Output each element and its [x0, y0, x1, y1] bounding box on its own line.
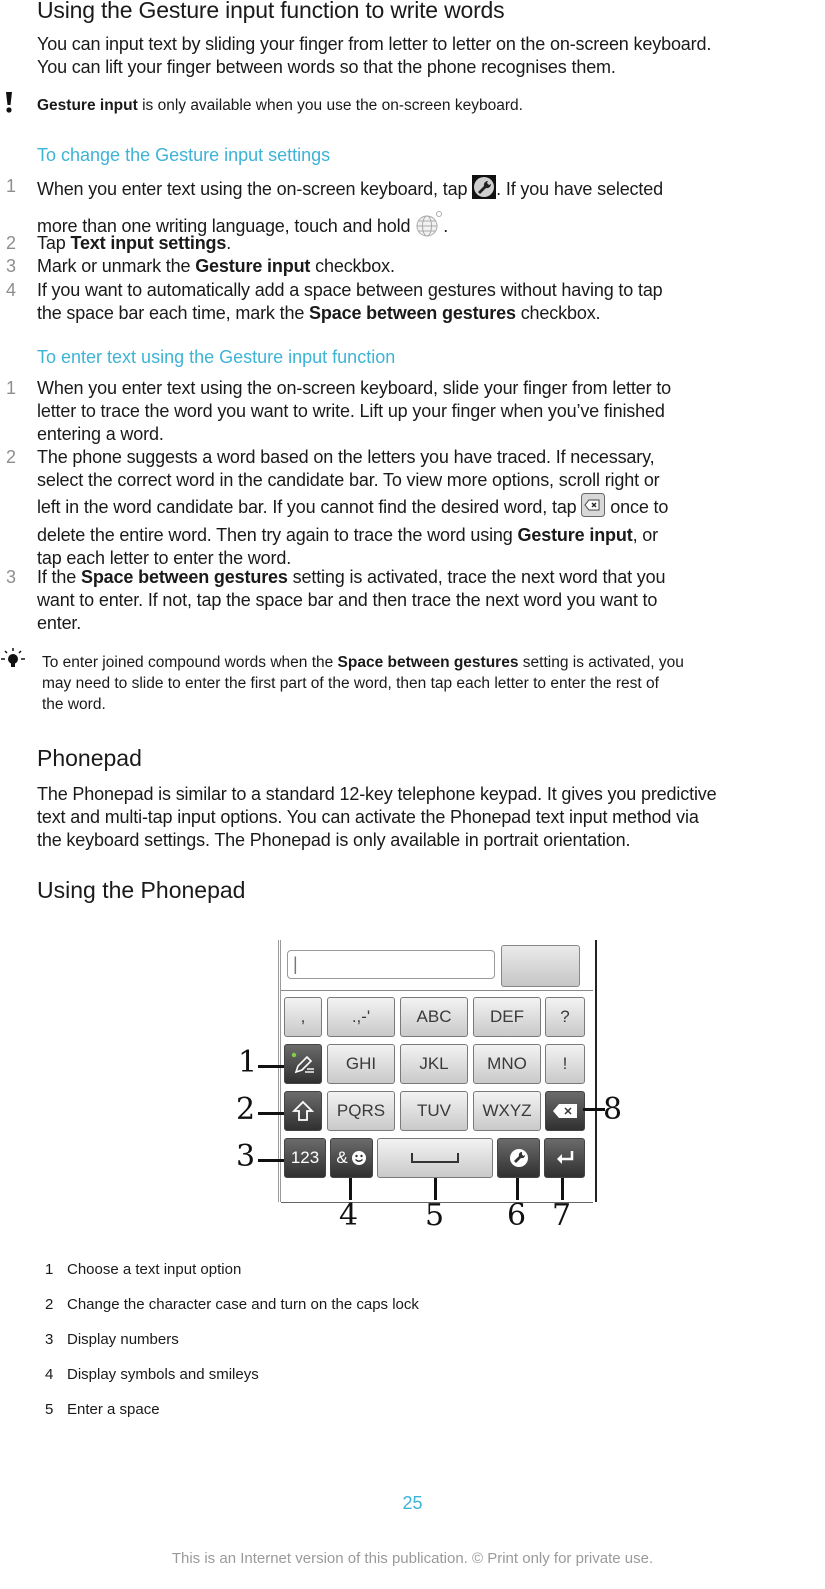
callout-6: 6 — [507, 1198, 527, 1233]
pen-icon — [291, 1052, 314, 1074]
tip-note: To enter joined compound words when the … — [42, 654, 684, 713]
section-title: Using the Gesture input function to writ… — [37, 0, 505, 23]
callout-line — [258, 1112, 284, 1115]
lightbulb-icon — [0, 648, 26, 679]
using-phonepad-title: Using the Phonepad — [37, 877, 246, 903]
key-mno[interactable]: MNO — [473, 1044, 541, 1084]
page-number: 25 — [402, 1493, 423, 1513]
backspace-icon — [581, 493, 606, 523]
subheading-change-settings: To change the Gesture input settings — [37, 145, 331, 165]
text-input-field[interactable]: | — [287, 950, 495, 979]
callout-2: 2 — [236, 1092, 256, 1127]
callout-line — [434, 1178, 437, 1200]
intro-line-1: You can input text by sliding your finge… — [37, 34, 712, 54]
key-question[interactable]: ? — [545, 997, 585, 1037]
wrench-icon — [472, 175, 497, 205]
key-ghi[interactable]: GHI — [327, 1044, 395, 1084]
callout-line — [583, 1108, 605, 1111]
phonepad-title: Phonepad — [37, 745, 142, 771]
key-space[interactable] — [377, 1138, 493, 1178]
key-backspace[interactable] — [545, 1091, 585, 1131]
exclamation-icon — [5, 92, 12, 114]
subheading-enter-text: To enter text using the Gesture input fu… — [37, 347, 396, 367]
smiley-icon — [351, 1151, 366, 1165]
key-def[interactable]: DEF — [473, 997, 541, 1037]
warning-note: Gesture input is only available when you… — [37, 97, 523, 114]
space-icon — [411, 1153, 459, 1163]
key-wxyz[interactable]: WXYZ — [473, 1091, 541, 1131]
callout-line — [258, 1159, 284, 1162]
backspace-icon — [553, 1104, 577, 1118]
phonepad-keyboard: , .,-' ABC DEF ? GHI JKL MNO ! PQRS TUV … — [281, 990, 593, 1203]
candidate-button[interactable] — [501, 945, 580, 987]
callout-line — [516, 1178, 519, 1200]
callout-1: 1 — [238, 1045, 258, 1080]
wrench-icon — [509, 1149, 528, 1167]
shift-icon — [292, 1100, 314, 1121]
intro-line-2: You can lift your finger between words s… — [37, 57, 616, 77]
key-symbols-smileys[interactable]: & — [330, 1138, 373, 1178]
key-enter[interactable] — [544, 1138, 585, 1178]
key-input-option[interactable] — [284, 1044, 322, 1084]
callout-3: 3 — [236, 1139, 256, 1174]
enter-icon — [556, 1151, 573, 1164]
key-shift[interactable] — [284, 1091, 322, 1131]
callout-8: 8 — [603, 1092, 623, 1127]
key-tuv[interactable]: TUV — [400, 1091, 468, 1131]
key-numbers[interactable]: 123 — [284, 1138, 326, 1178]
key-abc[interactable]: ABC — [400, 997, 468, 1037]
footer-notice: This is an Internet version of this publ… — [171, 1550, 654, 1567]
callout-line — [258, 1065, 284, 1068]
key-punctuation[interactable]: .,-' — [327, 997, 395, 1037]
key-pqrs[interactable]: PQRS — [327, 1091, 395, 1131]
key-comma[interactable]: , — [284, 997, 322, 1037]
key-settings[interactable] — [497, 1138, 540, 1178]
phonepad-paragraph: The Phonepad is similar to a standard 12… — [37, 784, 717, 850]
callout-line — [349, 1178, 352, 1200]
phonepad-figure: | , .,-' ABC DEF ? GHI JKL MNO ! PQRS TU… — [278, 940, 597, 1203]
callout-7: 7 — [552, 1198, 572, 1233]
callout-line — [561, 1178, 564, 1200]
key-exclamation[interactable]: ! — [545, 1044, 585, 1084]
callout-5: 5 — [425, 1198, 445, 1233]
callout-4: 4 — [339, 1198, 359, 1233]
key-jkl[interactable]: JKL — [400, 1044, 468, 1084]
